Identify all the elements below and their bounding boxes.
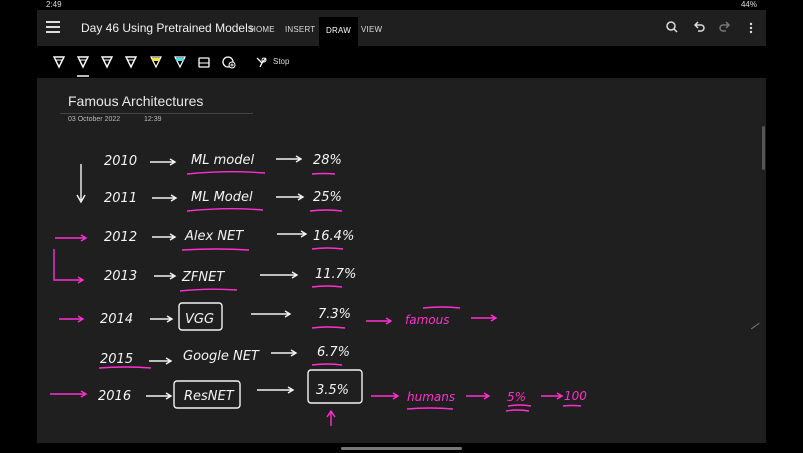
error-2014: 7.3% <box>318 307 351 322</box>
year-2013: 2013 <box>104 269 137 284</box>
stop-button[interactable]: Stop <box>273 57 289 66</box>
error-2015: 6.7% <box>317 345 350 360</box>
year-2016: 2016 <box>98 389 131 404</box>
menu-icon[interactable] <box>46 21 60 33</box>
model-2010: ML model <box>191 153 254 168</box>
note-humans: humans <box>407 390 455 404</box>
more-icon[interactable] <box>749 22 753 34</box>
model-2013: ZFNET <box>181 270 225 285</box>
home-indicator[interactable] <box>341 447 462 450</box>
pen-white-2-icon[interactable] <box>100 55 114 69</box>
error-2013: 11.7% <box>315 267 356 282</box>
error-2010: 28% <box>313 153 342 168</box>
highlighter-cyan-icon[interactable] <box>173 55 187 69</box>
note-canvas[interactable]: Famous Architectures 03 October 2022 12:… <box>37 78 766 443</box>
tab-view[interactable]: VIEW <box>361 25 382 35</box>
highlighter-yellow-icon[interactable] <box>149 55 163 69</box>
note-famous: famous <box>405 313 449 327</box>
redo-icon[interactable] <box>719 21 731 33</box>
note-five-percent: 5% <box>507 390 526 404</box>
pen-white-selected-icon[interactable] <box>76 55 90 69</box>
pen-white-3-icon[interactable] <box>124 55 138 69</box>
add-pen-icon[interactable] <box>222 55 236 69</box>
note-hundred: 100 <box>564 389 587 403</box>
handwriting-layer: 2010 2011 2012 2013 2014 2015 2016 ML mo… <box>50 153 587 426</box>
lasso-icon[interactable] <box>255 55 269 69</box>
year-2011: 2011 <box>104 191 137 206</box>
model-2012: Alex NET <box>184 229 244 244</box>
model-2015: Google NET <box>183 349 260 364</box>
year-2014: 2014 <box>100 312 133 327</box>
tab-insert[interactable]: INSERT <box>285 25 315 35</box>
undo-icon[interactable] <box>693 21 705 33</box>
error-2011: 25% <box>313 190 342 205</box>
battery-level: 44% <box>740 0 757 9</box>
eraser-icon[interactable] <box>197 55 211 69</box>
error-2012: 16.4% <box>313 229 354 244</box>
search-icon[interactable] <box>666 21 678 33</box>
clock: 2:49 <box>46 0 62 9</box>
selected-pen-indicator <box>77 75 89 77</box>
year-2010: 2010 <box>104 154 137 169</box>
model-2014: VGG <box>185 312 214 327</box>
page-name: Day 46 Using Pretrained Models <box>81 21 254 35</box>
app-bar: Day 46 Using Pretrained Models HOME INSE… <box>37 10 766 46</box>
draw-toolbar: Stop <box>37 46 766 78</box>
model-2016: ResNET <box>184 389 235 404</box>
model-2011: ML Model <box>191 190 253 205</box>
onenote-window: Day 46 Using Pretrained Models HOME INSE… <box>37 10 766 443</box>
error-2016: 3.5% <box>316 383 349 398</box>
status-bar: 2:49 44% <box>0 0 803 10</box>
tab-home[interactable]: HOME <box>250 25 275 35</box>
pen-white-icon[interactable] <box>52 55 66 69</box>
year-2012: 2012 <box>104 230 137 245</box>
tab-draw[interactable]: DRAW <box>319 17 358 46</box>
year-2015: 2015 <box>100 352 133 367</box>
